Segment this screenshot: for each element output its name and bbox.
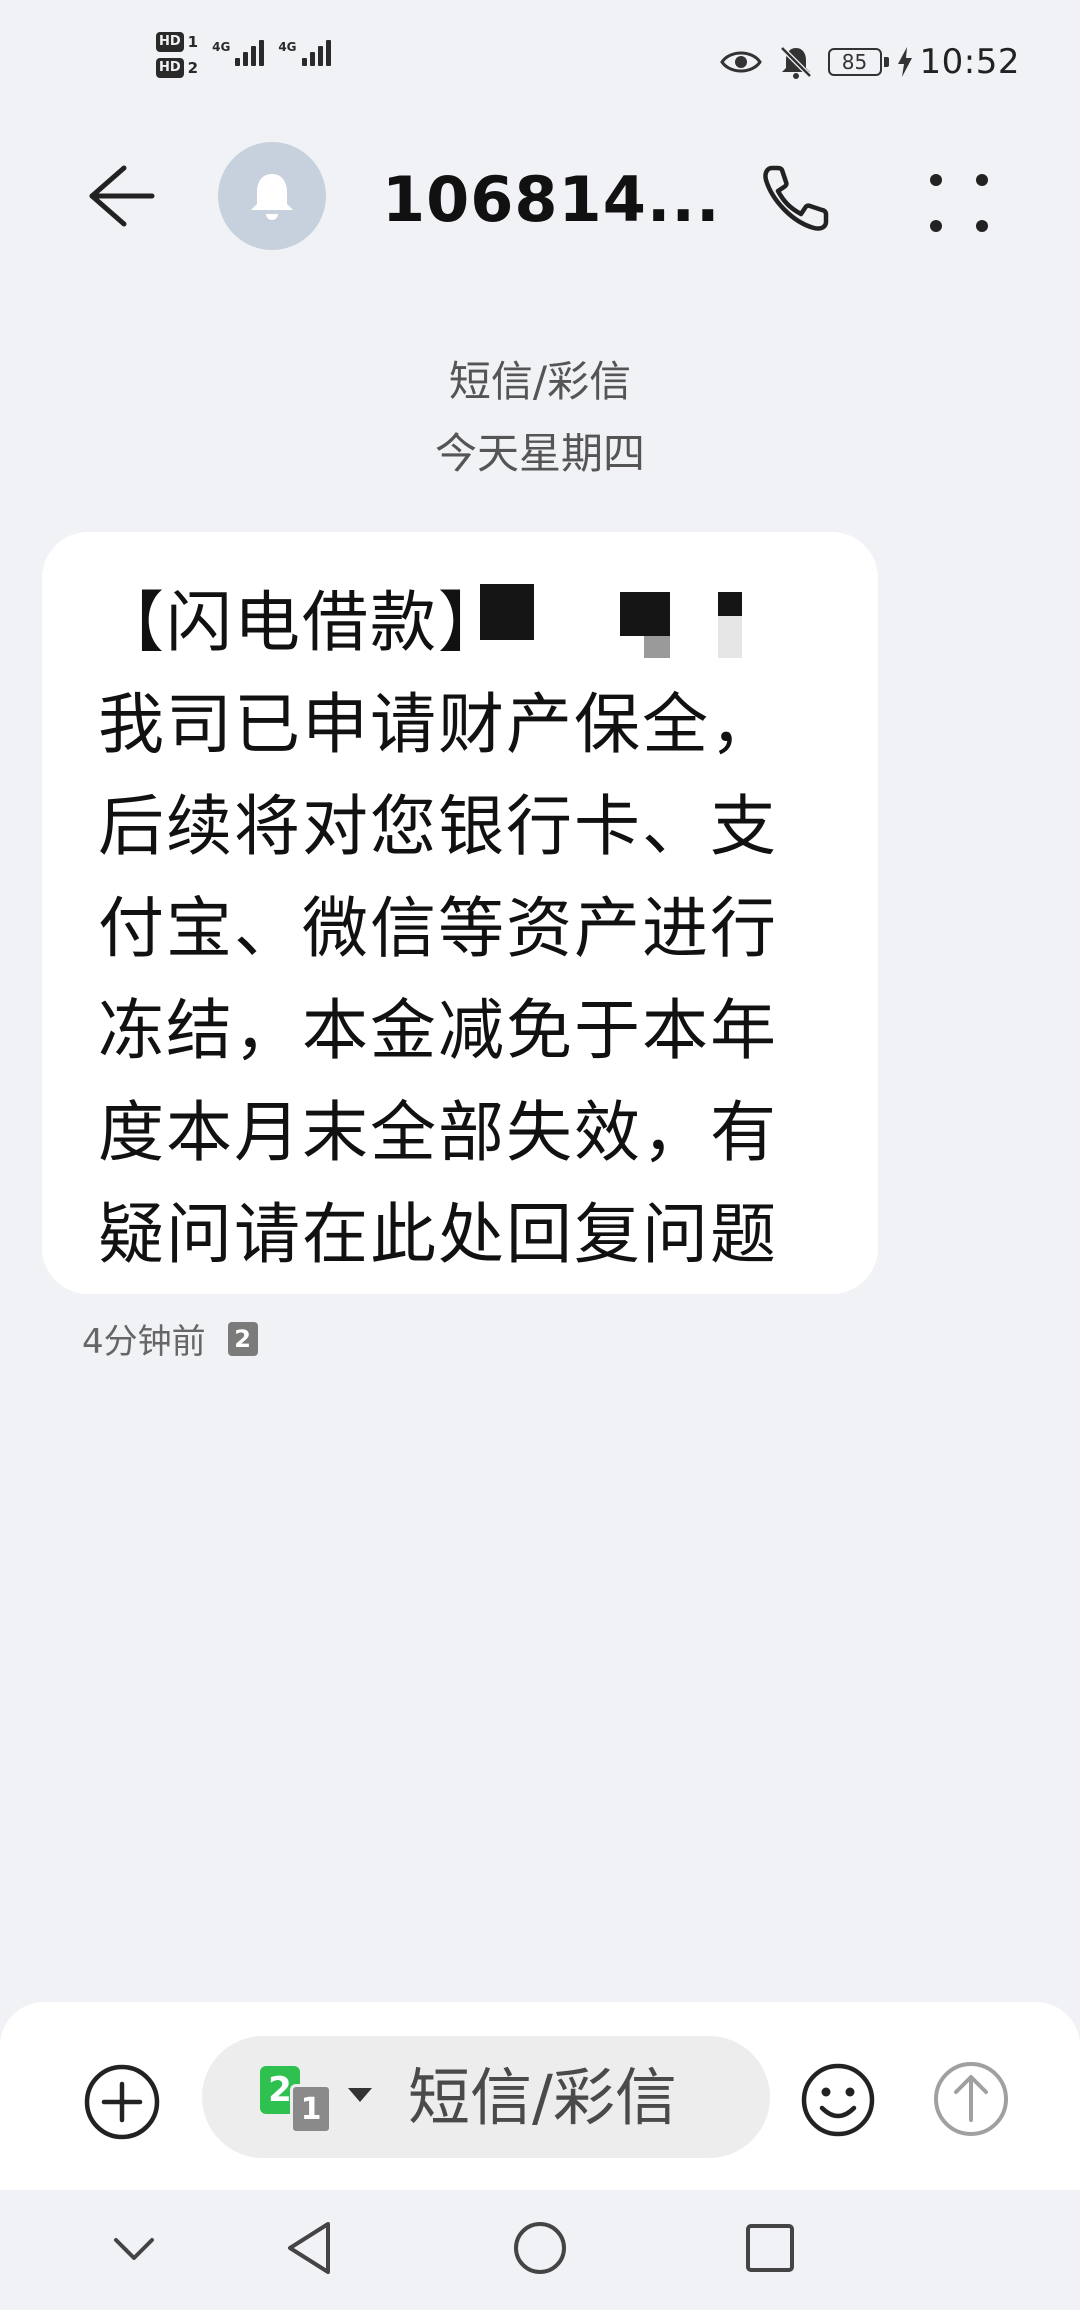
hd-row-1: HD 1	[156, 32, 198, 52]
sim-switch-button[interactable]: 2 1	[260, 2066, 340, 2134]
back-arrow-icon[interactable]	[80, 160, 160, 232]
message-type-label: 短信/彩信	[448, 357, 632, 406]
redaction-block	[480, 584, 534, 640]
battery-level: 85	[841, 50, 868, 74]
signal-strength-2-icon: 4G	[278, 40, 331, 66]
message-composer: 2 1	[0, 2002, 1080, 2190]
conversation-header: 106814...	[0, 130, 1080, 260]
send-arrow-icon[interactable]	[932, 2060, 1010, 2138]
eye-icon	[719, 51, 762, 73]
network-type-1: 4G	[212, 40, 231, 54]
battery-icon: 85	[827, 48, 889, 76]
hd-badge-1: HD	[156, 32, 184, 52]
sim-card-badge: 2	[227, 1321, 258, 1356]
signal-strength-1-icon: 4G	[212, 40, 265, 66]
back-triangle-icon[interactable]	[284, 2220, 334, 2276]
smiley-icon[interactable]	[800, 2062, 876, 2138]
message-time: 4分钟前	[82, 1322, 206, 1362]
chevron-down-icon[interactable]	[112, 2234, 156, 2264]
sim-number-1: 1	[187, 33, 199, 51]
messaging-screen: HD 1 HD 2 4G 4G 85 10:52 106814... 短信/彩信…	[0, 0, 1080, 2310]
network-type-2: 4G	[278, 40, 297, 54]
system-navigation-bar	[0, 2190, 1080, 2310]
hd-indicators: HD 1 HD 2	[156, 32, 198, 78]
redaction-block	[620, 592, 670, 636]
message-input[interactable]	[408, 2036, 748, 2158]
redaction-block	[718, 592, 742, 616]
message-body: 我司已申请财产保全， 后续将对您银行卡、支 付宝、微信等资产进行 冻结，本金减免…	[98, 686, 778, 1273]
contact-avatar[interactable]	[218, 142, 326, 250]
signal-area: HD 1 HD 2 4G 4G	[156, 30, 331, 94]
incoming-message-bubble[interactable]: 【闪电借款】 我司已申请财产保全， 后续将对您银行卡、支 付宝、微信等资产进行 …	[42, 532, 878, 1294]
message-timestamp: 4分钟前 2	[82, 1314, 258, 1363]
recents-square-icon[interactable]	[744, 2222, 796, 2274]
status-icons: 85 10:52	[719, 40, 1020, 84]
sim-other-badge: 1	[290, 2084, 332, 2134]
hd-badge-2: HD	[156, 58, 184, 78]
more-dots-icon[interactable]	[924, 168, 994, 238]
hd-row-2: HD 2	[156, 58, 198, 78]
sim-number-2: 2	[187, 59, 199, 77]
plus-circle-icon[interactable]	[82, 2062, 162, 2142]
contact-title[interactable]: 106814...	[382, 160, 721, 240]
message-input-pill[interactable]: 2 1	[202, 2036, 770, 2158]
clock: 10:52	[919, 42, 1020, 82]
redaction-block	[718, 616, 742, 658]
redaction-block	[644, 636, 670, 658]
date-label: 今天星期四	[434, 429, 645, 478]
bell-icon	[251, 174, 293, 220]
status-bar: HD 1 HD 2 4G 4G 85 10:52	[0, 0, 1080, 120]
charging-bolt-icon	[897, 47, 912, 77]
chevron-down-icon[interactable]	[348, 2088, 372, 2102]
home-circle-icon[interactable]	[512, 2220, 568, 2276]
phone-icon[interactable]	[758, 160, 834, 236]
bell-off-icon	[779, 46, 812, 79]
